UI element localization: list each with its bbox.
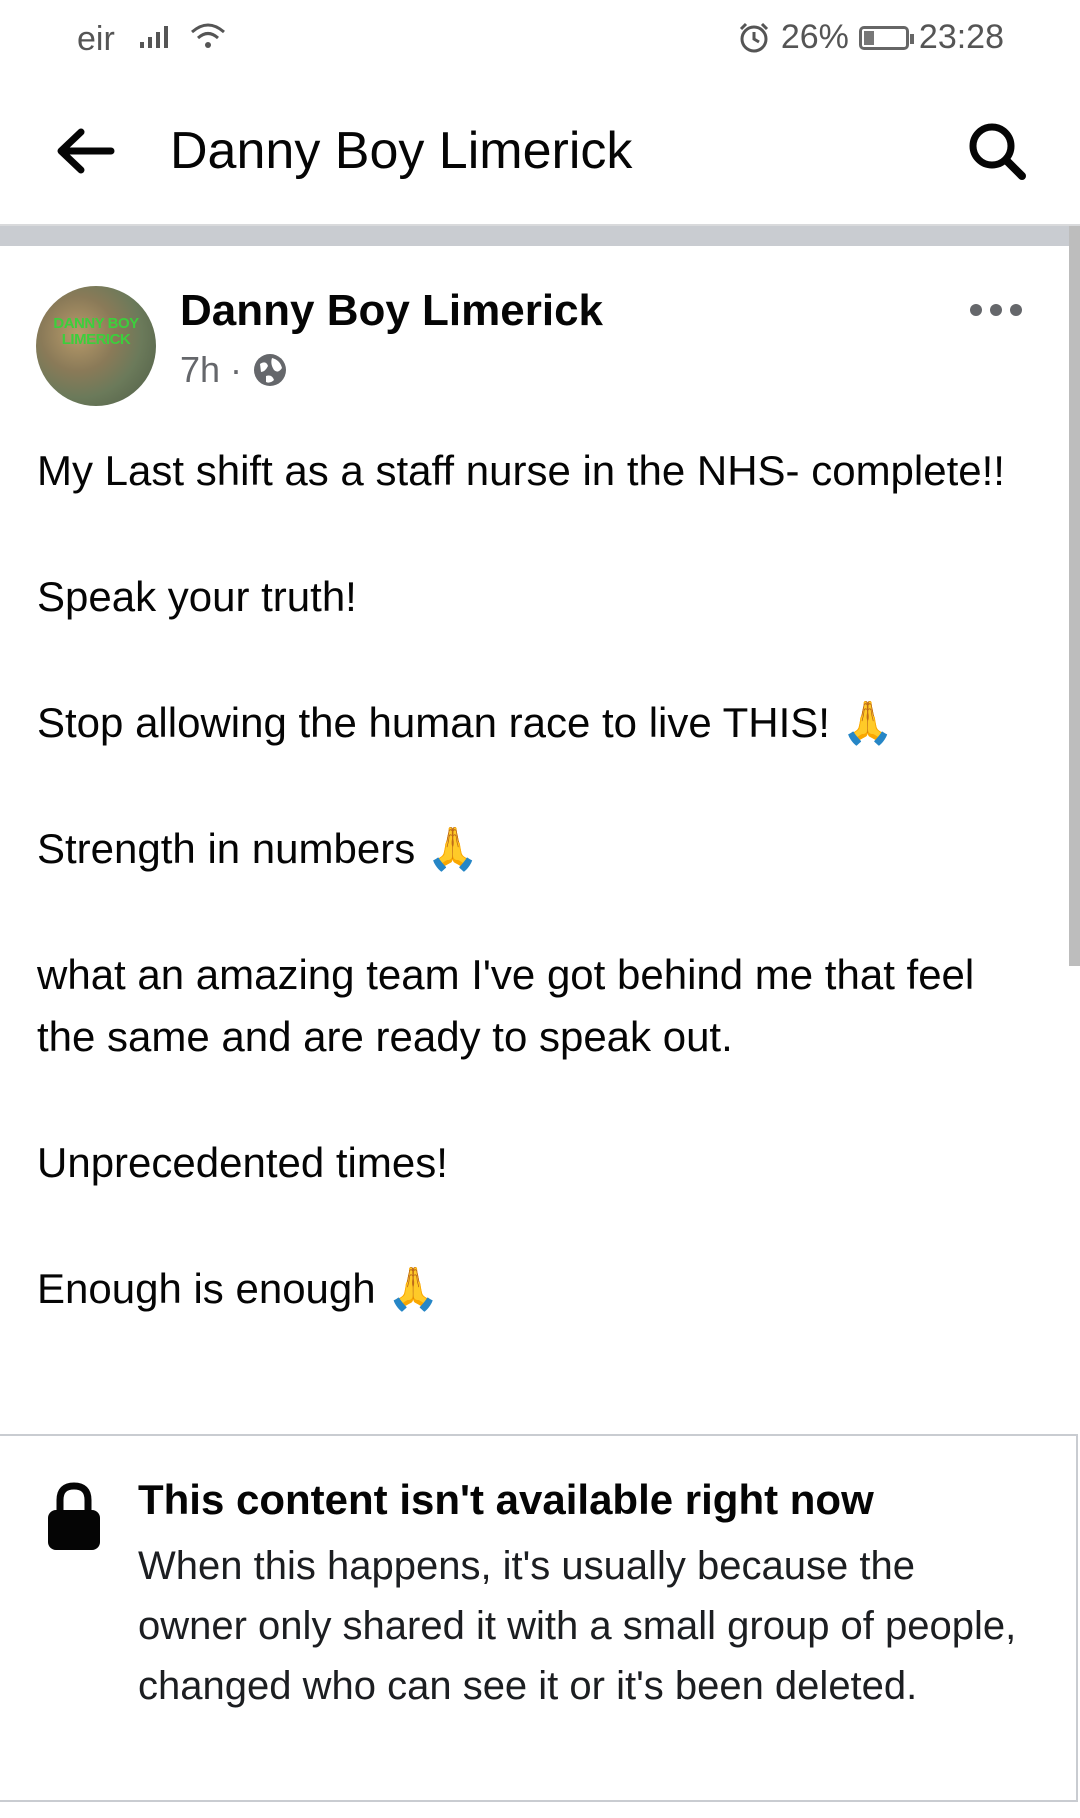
post-paragraph: Strength in numbers 🙏 [37, 825, 480, 872]
post-time[interactable]: 7h [180, 349, 220, 391]
meta-separator: · [230, 349, 243, 390]
clock: 23:28 [918, 18, 1004, 56]
post-paragraph: Speak your truth! [37, 573, 357, 620]
notice-title: This content isn't available right now [138, 1476, 874, 1523]
avatar-logo-text: DANNY BOY LIMERICK [53, 315, 139, 348]
post-paragraph: Enough is enough 🙏 [37, 1265, 440, 1312]
search-icon[interactable] [964, 118, 1030, 184]
content-unavailable-notice: This content isn't available right now W… [0, 1434, 1078, 1802]
battery-percent: 26% [780, 18, 849, 56]
signal-icon [140, 26, 168, 48]
carrier-label: eir [77, 20, 115, 58]
post-text: My Last shift as a staff nurse in the NH… [37, 440, 1037, 1384]
post-header: DANNY BOY LIMERICK Danny Boy Limerick 7h… [0, 246, 1080, 416]
notice-message: When this happens, it's usually because … [138, 1544, 1017, 1708]
more-options-icon[interactable] [966, 298, 1026, 322]
post-paragraph: My Last shift as a staff nurse in the NH… [37, 447, 1005, 494]
author-name[interactable]: Danny Boy Limerick [180, 286, 603, 336]
status-right: 26% 23:28 [737, 18, 1004, 57]
post-meta: 7h · [180, 349, 288, 391]
battery-icon [858, 25, 914, 50]
globe-icon [254, 354, 287, 386]
page-title: Danny Boy Limerick [170, 122, 633, 180]
post-paragraph: what an amazing team I've got behind me … [37, 951, 975, 1060]
wifi-icon [191, 23, 225, 48]
avatar[interactable]: DANNY BOY LIMERICK [36, 286, 156, 406]
back-arrow-icon[interactable] [55, 126, 115, 176]
status-bar: eir 26% 23:28 [0, 0, 1080, 76]
app-bar: Danny Boy Limerick [0, 76, 1080, 226]
post-paragraph: Stop allowing the human race to live THI… [37, 699, 894, 746]
lock-icon [48, 1482, 100, 1550]
feed-divider [0, 226, 1080, 246]
post-paragraph: Unprecedented times! [37, 1139, 448, 1186]
alarm-icon [739, 22, 768, 52]
